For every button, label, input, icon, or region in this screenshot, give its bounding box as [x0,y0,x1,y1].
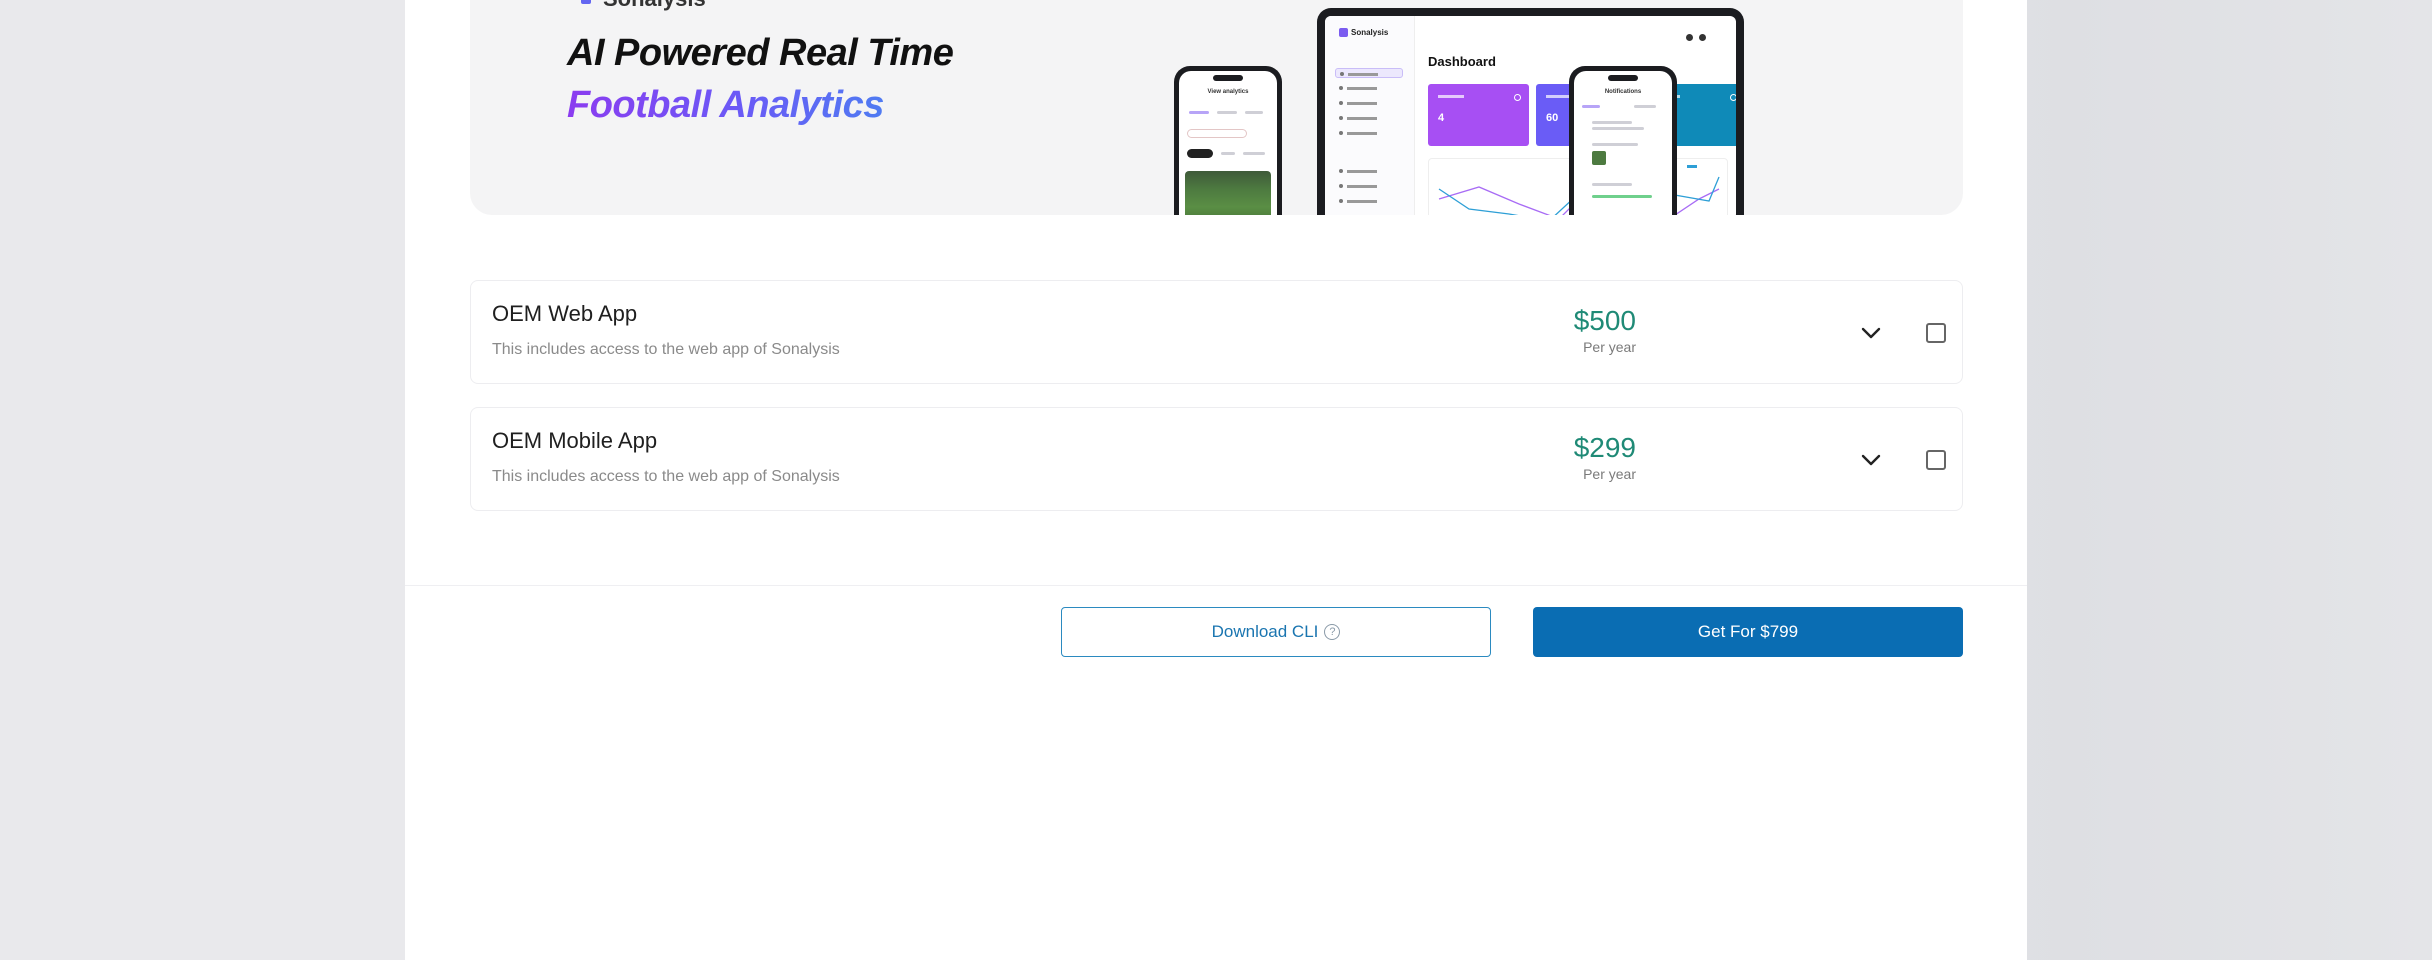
product-title: OEM Mobile App [492,428,658,453]
phone-mockup-right: Notifications [1569,66,1677,215]
help-icon[interactable]: ? [1324,624,1341,640]
phone-right-title: Notifications [1604,89,1642,95]
footer-divider [405,585,2027,586]
hero-banner: Sonalysis AI Powered Real Time Football … [470,0,1963,215]
product-row-web-app[interactable]: OEM Web App This includes access to the … [470,280,1963,384]
download-cli-label: Download CLI [1211,622,1319,641]
buy-button[interactable]: Get For $799 [1533,607,1963,657]
hero-subheadline: Football Analytics [567,84,884,126]
chevron-down-icon[interactable] [1857,321,1885,345]
laptop-mockup: Sonalysis Dashboard 4 60 14 [1317,8,1744,215]
product-select-checkbox[interactable] [1926,450,1946,470]
product-period: Per year [1583,339,1636,355]
buy-button-label: Get For $799 [1697,622,1799,641]
product-description: This includes access to the web app of S… [492,468,840,485]
brand-name: Sonalysis [603,0,706,12]
checkout-panel: Sonalysis AI Powered Real Time Football … [405,0,2027,960]
laptop-dashboard-title: Dashboard [1428,54,1496,69]
stat-card: 4 [1428,84,1529,146]
download-cli-button[interactable]: Download CLI ? [1061,607,1491,657]
product-price: $299 [1573,432,1636,463]
product-row-mobile-app[interactable]: OEM Mobile App This includes access to t… [470,407,1963,511]
product-select-checkbox[interactable] [1926,323,1946,343]
phone-mockup-left: View analytics [1174,66,1282,215]
video-thumbnail [1185,171,1271,215]
phone-left-title: View analytics [1207,89,1249,95]
product-description: This includes access to the web app of S… [492,341,840,358]
hero-headline: AI Powered Real Time [567,32,954,74]
chevron-down-icon[interactable] [1857,448,1885,472]
product-price: $500 [1573,305,1636,336]
laptop-brand: Sonalysis [1351,28,1389,37]
product-title: OEM Web App [492,301,638,326]
product-period: Per year [1583,466,1636,482]
brand-logo-icon [581,0,591,4]
